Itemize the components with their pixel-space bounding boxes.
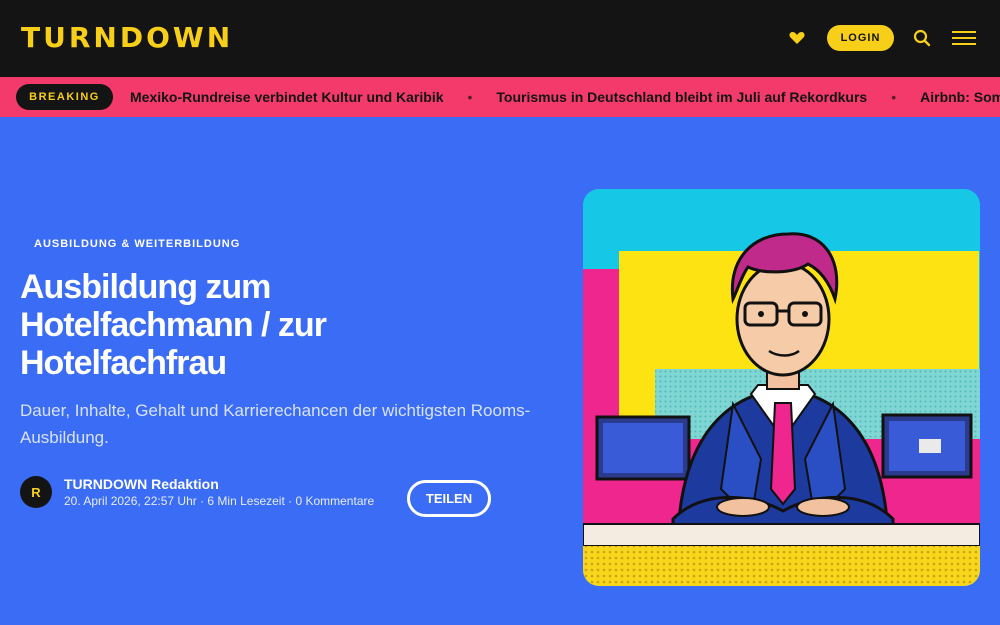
- ticker-separator: •: [467, 89, 473, 105]
- ticker-item[interactable]: Tourismus in Deutschland bleibt im Juli …: [496, 89, 867, 105]
- heart-icon[interactable]: [787, 28, 807, 48]
- ticker-items: Mexiko-Rundreise verbindet Kultur und Ka…: [130, 77, 1000, 117]
- search-icon[interactable]: [912, 28, 932, 48]
- article-subtitle: Dauer, Inhalte, Gehalt und Karrierechanc…: [20, 401, 531, 447]
- breaking-news-bar: BREAKING Mexiko-Rundreise verbindet Kult…: [0, 77, 1000, 117]
- ticker-item[interactable]: Airbnb: Sommer 20: [920, 89, 1000, 105]
- hero-illustration: [583, 189, 980, 586]
- ticker-separator: •: [891, 89, 897, 105]
- author-avatar[interactable]: R: [20, 476, 52, 508]
- menu-icon[interactable]: [951, 28, 977, 48]
- article-meta: 20. April 2026, 22:57 Uhr · 6 Min Leseze…: [64, 494, 375, 508]
- login-button[interactable]: LOGIN: [827, 25, 894, 51]
- site-header: TURNDOWN LOGIN: [0, 0, 1000, 77]
- breaking-badge: BREAKING: [16, 84, 113, 110]
- share-button[interactable]: TEILEN: [407, 480, 491, 517]
- article-title: Ausbildung zum Hotelfachmann / zur Hotel…: [20, 268, 327, 382]
- ticker-item[interactable]: Mexiko-Rundreise verbindet Kultur und Ka…: [130, 89, 444, 105]
- author-name[interactable]: TURNDOWN Redaktion: [64, 476, 219, 492]
- site-logo[interactable]: TURNDOWN: [21, 20, 233, 56]
- article-category[interactable]: AUSBILDUNG & WEITERBILDUNG: [34, 238, 240, 250]
